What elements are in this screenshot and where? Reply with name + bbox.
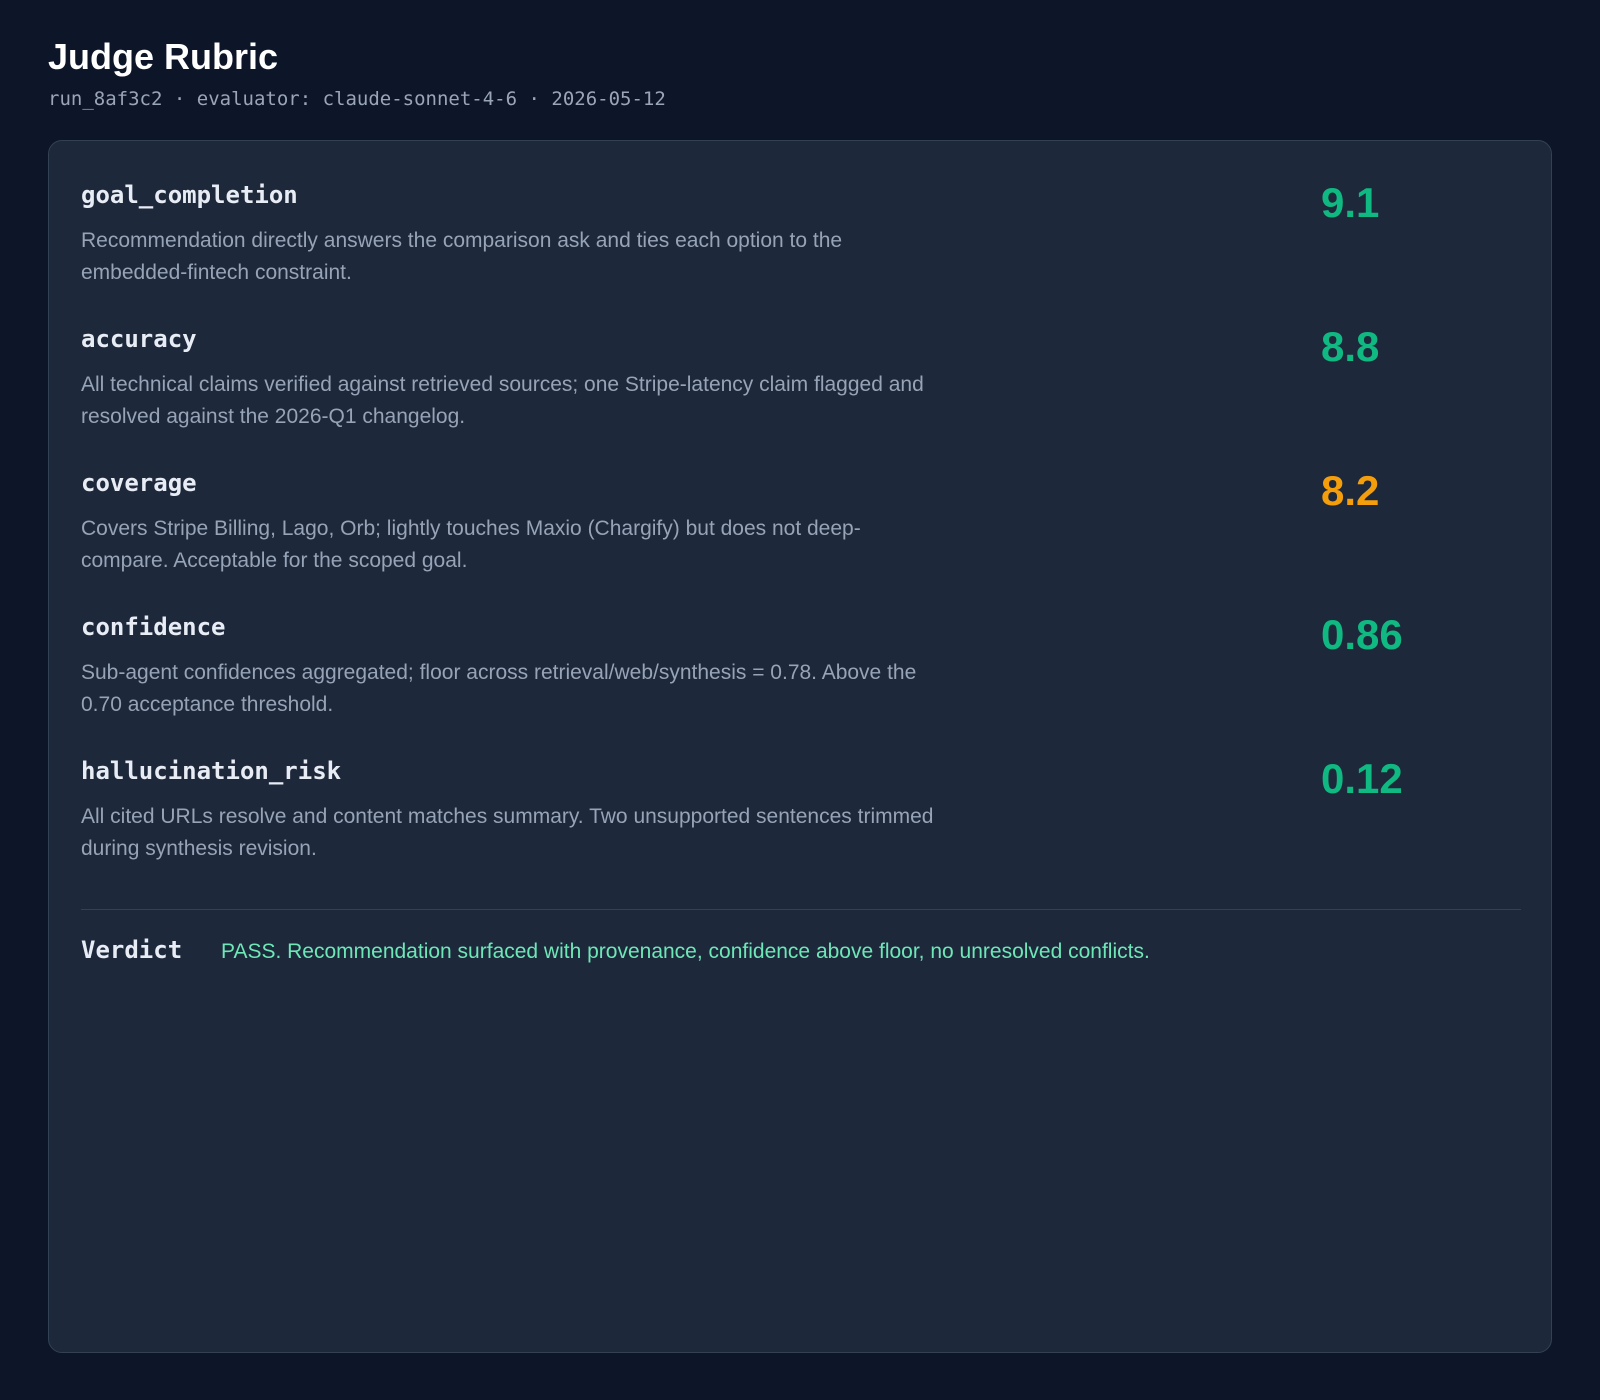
metric-score: 8.2 [1321, 467, 1380, 514]
metric-description: All cited URLs resolve and content match… [81, 805, 934, 860]
metric-description: Sub-agent confidences aggregated; floor … [81, 661, 917, 716]
meta-separator: · [173, 88, 186, 110]
metric-score: 0.86 [1321, 611, 1403, 658]
verdict-divider [81, 909, 1521, 910]
metric-description: Covers Stripe Billing, Lago, Orb; lightl… [81, 517, 861, 572]
meta-separator: · [528, 88, 540, 110]
metric-hallucination-risk: hallucination_risk All cited URLs resolv… [81, 755, 1519, 899]
metric-name: accuracy [81, 325, 197, 353]
page-title: Judge Rubric [48, 36, 279, 77]
evaluator-name: evaluator: claude-sonnet-4-6 [196, 88, 518, 110]
metric-name: goal_completion [81, 181, 298, 209]
judge-rubric-page: Judge Rubric run_8af3c2 · evaluator: cla… [0, 0, 1600, 1400]
metric-score: 8.8 [1321, 323, 1380, 370]
rubric-card: goal_completion Recommendation directly … [48, 140, 1552, 1353]
metric-name: hallucination_risk [81, 757, 342, 785]
metric-goal-completion: goal_completion Recommendation directly … [81, 179, 1519, 323]
metric-name: coverage [81, 469, 197, 497]
metric-confidence: confidence Sub-agent confidences aggrega… [81, 611, 1519, 755]
metric-description: Recommendation directly answers the comp… [81, 229, 843, 284]
metric-coverage: coverage Covers Stripe Billing, Lago, Or… [81, 467, 1519, 611]
verdict-label: Verdict [81, 936, 183, 964]
metric-score: 0.12 [1321, 755, 1403, 802]
metric-accuracy: accuracy All technical claims verified a… [81, 323, 1519, 467]
metric-name: confidence [81, 613, 226, 641]
run-date: 2026-05-12 [551, 88, 666, 110]
verdict-row: Verdict PASS. Recommendation surfaced wi… [81, 934, 1519, 968]
metric-score: 9.1 [1321, 179, 1380, 226]
metric-description: All technical claims verified against re… [81, 373, 924, 428]
verdict-text: PASS. Recommendation surfaced with prove… [221, 940, 1150, 963]
run-id: run_8af3c2 [48, 88, 163, 110]
run-metadata: run_8af3c2 · evaluator: claude-sonnet-4-… [48, 86, 1552, 112]
